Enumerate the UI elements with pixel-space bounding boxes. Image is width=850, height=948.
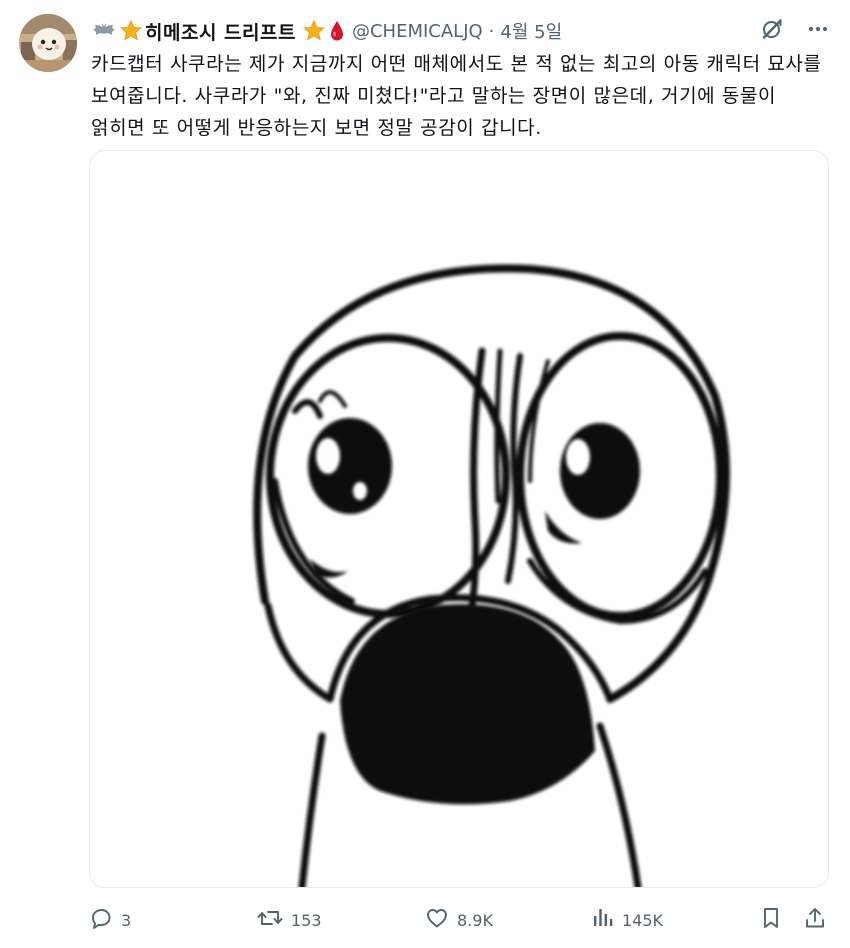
- tweet: 히메조시 드리프트 @CHEMICALJQ · 4월 5일 카드캡터 사쿠라는 …: [0, 0, 850, 948]
- media-image[interactable]: [89, 150, 829, 888]
- star-emoji-icon: [302, 19, 326, 43]
- views-count: 145K: [622, 910, 664, 930]
- post-date[interactable]: 4월 5일: [500, 18, 562, 44]
- header-actions: [760, 17, 830, 45]
- like-count: 8.9K: [457, 910, 493, 930]
- star-emoji-icon: [119, 19, 143, 43]
- reply-button[interactable]: 3: [89, 906, 131, 934]
- reply-count: 3: [121, 910, 132, 930]
- tweet-text: 카드캡터 사쿠라는 제가 지금까지 어떤 매체에서도 본 적 없는 최고의 아동…: [91, 53, 822, 139]
- shocked-face-drawing: [253, 264, 730, 887]
- bookmark-icon: [759, 906, 783, 934]
- display-name-group[interactable]: 히메조시 드리프트: [91, 18, 348, 45]
- reply-icon: [89, 906, 113, 934]
- author-handle[interactable]: @CHEMICALJQ: [352, 21, 483, 42]
- like-button[interactable]: 8.9K: [425, 906, 493, 934]
- more-icon[interactable]: [806, 17, 830, 45]
- grok-icon[interactable]: [760, 17, 784, 45]
- blood-drop-emoji-icon: [328, 19, 346, 43]
- tweet-header: 히메조시 드리프트 @CHEMICALJQ · 4월 5일: [91, 16, 830, 46]
- avatar[interactable]: [19, 14, 77, 72]
- like-icon: [425, 906, 449, 934]
- views-icon: [592, 906, 614, 934]
- share-icon: [803, 906, 827, 934]
- separator-dot: ·: [488, 20, 495, 42]
- action-bar: 3 153 8.9K 145K: [89, 900, 829, 940]
- bookmark-button[interactable]: [759, 906, 783, 934]
- bat-emoji-icon: [91, 22, 117, 40]
- repost-count: 153: [291, 910, 322, 930]
- repost-button[interactable]: 153: [257, 906, 322, 934]
- views-button[interactable]: 145K: [592, 906, 663, 934]
- repost-icon: [257, 906, 283, 934]
- avatar-image: [19, 14, 77, 72]
- display-name: 히메조시 드리프트: [145, 21, 296, 44]
- share-button[interactable]: [803, 906, 827, 934]
